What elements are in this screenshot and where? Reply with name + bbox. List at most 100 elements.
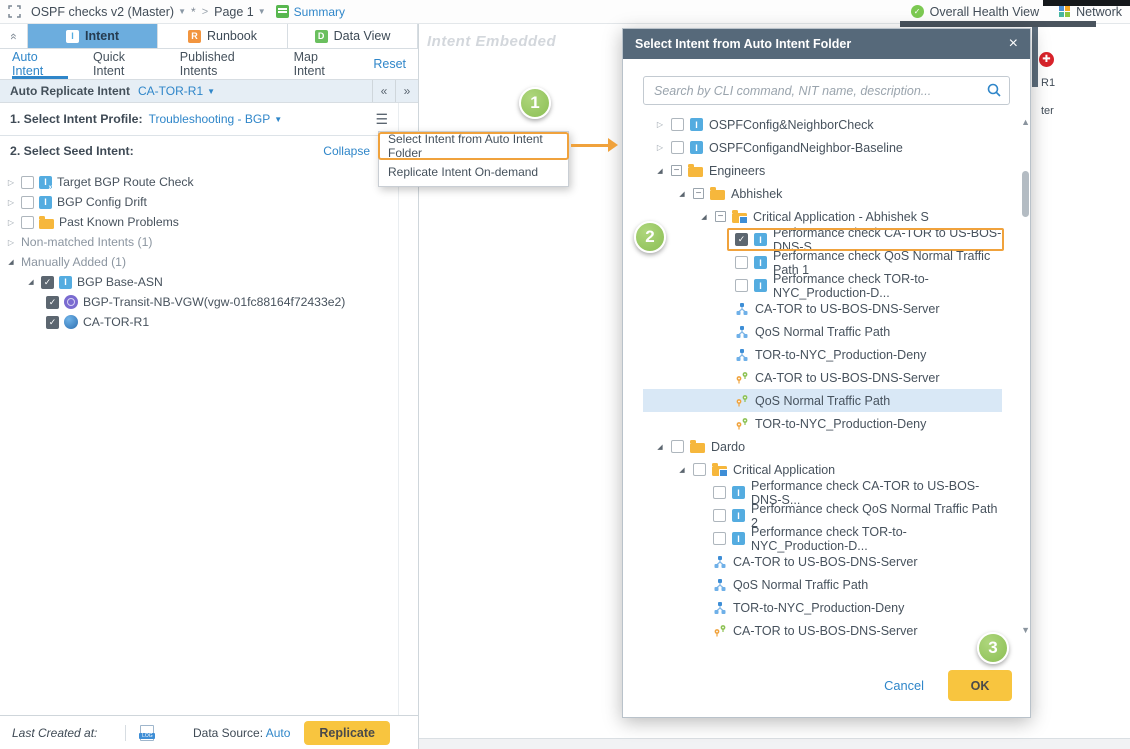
checkbox[interactable]: [735, 279, 748, 292]
chevron-down-icon[interactable]: ▼: [274, 115, 282, 124]
subtab-map-intent[interactable]: Map Intent: [294, 49, 349, 79]
tree-item[interactable]: QoS Normal Traffic Path: [643, 320, 1002, 343]
map-title[interactable]: OSPF checks v2 (Master): [31, 5, 174, 19]
tree-item[interactable]: IPerformance check TOR-to-NYC_Production…: [643, 527, 1002, 550]
checkbox[interactable]: [671, 440, 684, 453]
tree-item[interactable]: ▷Past Known Problems: [0, 212, 418, 232]
expander-minus-icon[interactable]: −: [693, 188, 704, 199]
checkbox[interactable]: [671, 118, 684, 131]
tree-item[interactable]: ◢✓IBGP Base-ASN: [0, 272, 418, 292]
tree-item[interactable]: TOR-to-NYC_Production-Deny: [643, 596, 1002, 619]
checkbox[interactable]: ✓: [46, 296, 59, 309]
checkbox[interactable]: ✓: [41, 276, 54, 289]
tree-item[interactable]: ▷IOSPFConfigandNeighbor-Baseline: [643, 136, 1002, 159]
chevron-down-icon[interactable]: ▼: [258, 7, 266, 16]
tree-item[interactable]: ◢−Abhishek: [643, 182, 1002, 205]
search-icon[interactable]: [986, 82, 1002, 101]
profile-label: 1. Select Intent Profile:: [10, 112, 143, 126]
caret-expanded-icon[interactable]: ◢: [655, 443, 665, 451]
tree-item[interactable]: ▷IxTarget BGP Route Check: [0, 172, 418, 192]
scroll-up-icon[interactable]: ▲: [1021, 117, 1030, 127]
checkbox[interactable]: ✓: [735, 233, 748, 246]
checkbox[interactable]: [735, 256, 748, 269]
tab-data-view[interactable]: DData View: [288, 24, 418, 48]
checkbox[interactable]: [713, 532, 726, 545]
caret-expanded-icon[interactable]: ◢: [677, 466, 687, 474]
redacted-text: [900, 21, 1096, 27]
tree-item[interactable]: ◢−Engineers: [643, 159, 1002, 182]
expander-minus-icon[interactable]: −: [715, 211, 726, 222]
page-selector[interactable]: Page 1: [214, 5, 254, 19]
tree-item[interactable]: ✓BGP-Transit-NB-VGW(vgw-01fc88164f72433e…: [0, 292, 418, 312]
nav-forward-button[interactable]: »: [395, 80, 418, 102]
caret-collapsed-icon[interactable]: ▷: [6, 218, 16, 227]
tree-item[interactable]: CA-TOR to US-BOS-DNS-Server: [643, 297, 1002, 320]
cancel-button[interactable]: Cancel: [884, 678, 924, 693]
checkbox[interactable]: [713, 509, 726, 522]
tab-intent[interactable]: IIntent: [28, 24, 158, 48]
log-file-icon[interactable]: [140, 725, 154, 741]
panel-footer: Last Created at: Data Source: Auto Repli…: [0, 715, 418, 749]
tree-item[interactable]: CA-TOR to US-BOS-DNS-Server: [643, 550, 1002, 573]
expand-map-icon[interactable]: [8, 5, 21, 18]
caret-collapsed-icon[interactable]: ▷: [655, 120, 665, 129]
collapse-panel-button[interactable]: «: [0, 24, 28, 48]
profile-selector[interactable]: Troubleshooting - BGP: [149, 112, 271, 126]
tree-item[interactable]: ▷Non-matched Intents (1): [0, 232, 418, 252]
vertical-scrollbar[interactable]: [1032, 25, 1038, 87]
tree-item[interactable]: ◢Manually Added (1): [0, 252, 418, 272]
menu-item[interactable]: Select Intent from Auto Intent Folder: [379, 133, 568, 159]
search-input[interactable]: [643, 76, 1010, 105]
checkbox[interactable]: ✓: [46, 316, 59, 329]
reset-link[interactable]: Reset: [373, 57, 406, 71]
subtab-quick-intent[interactable]: Quick Intent: [93, 49, 155, 79]
caret-collapsed-icon[interactable]: ▷: [6, 198, 16, 207]
tree-item[interactable]: IPerformance check TOR-to-NYC_Production…: [643, 274, 1002, 297]
horizontal-scrollbar[interactable]: [419, 738, 1130, 749]
caret-expanded-icon[interactable]: ◢: [655, 167, 665, 175]
tree-item[interactable]: ▷IBGP Config Drift: [0, 192, 418, 212]
expander-minus-icon[interactable]: −: [671, 165, 682, 176]
nav-back-button[interactable]: «: [372, 80, 395, 102]
tree-item[interactable]: CA-TOR to US-BOS-DNS-Server: [643, 366, 1002, 389]
tab-runbook[interactable]: RRunbook: [158, 24, 288, 48]
tree-item[interactable]: ▷IOSPFConfig&NeighborCheck: [643, 113, 1002, 136]
close-icon[interactable]: ×: [1009, 36, 1018, 52]
caret-collapsed-icon[interactable]: ▷: [655, 143, 665, 152]
checkbox[interactable]: [21, 216, 34, 229]
collapse-tree-link[interactable]: Collapse: [323, 144, 370, 158]
scrollbar-thumb[interactable]: [1022, 171, 1029, 217]
profile-menu-button[interactable]: ☰: [375, 111, 388, 128]
checkbox[interactable]: [21, 196, 34, 209]
subtab-published-intents[interactable]: Published Intents: [180, 49, 269, 79]
tree-item[interactable]: QoS Normal Traffic Path: [643, 389, 1002, 412]
seed-device-selector[interactable]: CA-TOR-R1: [138, 84, 203, 98]
data-source-value[interactable]: Auto: [266, 726, 291, 740]
caret-collapsed-icon[interactable]: ▷: [6, 238, 16, 247]
checkbox[interactable]: [21, 176, 34, 189]
checkbox[interactable]: [693, 463, 706, 476]
tree-item[interactable]: ◢Dardo: [643, 435, 1002, 458]
scroll-down-icon[interactable]: ▼: [1021, 625, 1030, 635]
caret-collapsed-icon[interactable]: ▷: [6, 178, 16, 187]
network-menu[interactable]: Network: [1076, 5, 1122, 19]
tree-item[interactable]: QoS Normal Traffic Path: [643, 573, 1002, 596]
menu-item[interactable]: Replicate Intent On-demand: [379, 159, 568, 185]
caret-expanded-icon[interactable]: ◢: [6, 258, 16, 266]
ok-button[interactable]: OK: [948, 670, 1012, 701]
chevron-down-icon[interactable]: ▼: [207, 87, 215, 96]
tree-item[interactable]: TOR-to-NYC_Production-Deny: [643, 412, 1002, 435]
tree-item[interactable]: CA-TOR to US-BOS-DNS-Server: [643, 619, 1002, 641]
tree-item[interactable]: TOR-to-NYC_Production-Deny: [643, 343, 1002, 366]
overall-health-view[interactable]: Overall Health View: [930, 5, 1040, 19]
replicate-button[interactable]: Replicate: [304, 721, 390, 745]
subtab-auto-intent[interactable]: Auto Intent: [12, 49, 68, 79]
checkbox[interactable]: [671, 141, 684, 154]
chevron-down-icon[interactable]: ▼: [178, 7, 186, 16]
caret-expanded-icon[interactable]: ◢: [26, 278, 36, 286]
caret-expanded-icon[interactable]: ◢: [677, 190, 687, 198]
caret-expanded-icon[interactable]: ◢: [699, 213, 709, 221]
checkbox[interactable]: [713, 486, 726, 499]
summary-link[interactable]: Summary: [294, 5, 345, 19]
tree-item[interactable]: ✓CA-TOR-R1: [0, 312, 418, 332]
